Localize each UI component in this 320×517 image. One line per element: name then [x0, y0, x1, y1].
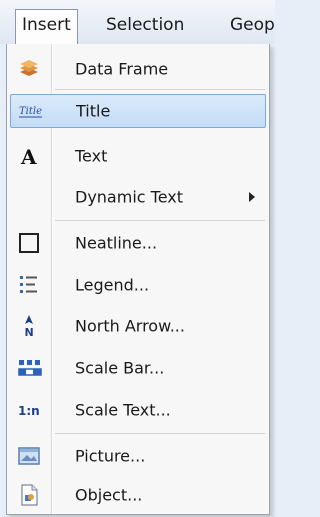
object-icon: [17, 483, 41, 507]
picture-icon: [17, 444, 41, 468]
menu-item-label: Scale Text...: [75, 400, 171, 420]
data-frame-icon: [17, 57, 41, 81]
menu-item-scale-text[interactable]: 1:n Scale Text...: [7, 391, 269, 429]
menu-geoprocessing[interactable]: Geop: [224, 10, 281, 40]
menu-item-label: Data Frame: [75, 59, 169, 79]
menu-item-dynamic-text[interactable]: Dynamic Text: [7, 178, 269, 216]
legend-icon: [17, 273, 41, 297]
menu-item-scale-bar[interactable]: Scale Bar...: [7, 349, 269, 387]
svg-text:1:n: 1:n: [18, 404, 40, 418]
text-icon: A: [17, 144, 41, 169]
neatline-icon: [17, 231, 41, 255]
scale-text-icon: 1:n: [17, 398, 41, 422]
menu-item-data-frame[interactable]: Data Frame: [7, 50, 269, 88]
menu-item-label: Text: [75, 146, 108, 166]
menu-item-label: Scale Bar...: [75, 358, 165, 378]
title-icon: Title: [18, 99, 42, 123]
menu-item-label: Neatline...: [75, 233, 158, 253]
menu-item-label: Legend...: [75, 275, 150, 295]
svg-text:A: A: [20, 145, 37, 168]
menu-bar: Insert Selection Geop: [0, 0, 275, 45]
menu-item-neatline[interactable]: Neatline...: [7, 224, 269, 262]
menu-item-label: Title: [76, 101, 111, 121]
menu-selection[interactable]: Selection: [100, 10, 190, 40]
menu-item-text[interactable]: A Text: [7, 137, 269, 175]
insert-menu-dropdown: Data Frame Title Title A Text Dynamic Te…: [6, 44, 270, 515]
submenu-arrow-icon: [249, 192, 255, 202]
menu-item-picture[interactable]: Picture...: [7, 437, 269, 475]
menu-item-title[interactable]: Title Title: [10, 94, 266, 128]
menu-separator: [55, 433, 265, 434]
scale-bar-icon: [17, 356, 42, 380]
menu-item-north-arrow[interactable]: N North Arrow...: [7, 307, 269, 345]
menu-insert[interactable]: Insert: [15, 9, 78, 45]
menu-item-label: North Arrow...: [75, 316, 185, 336]
menu-item-object[interactable]: Object...: [7, 476, 269, 514]
menu-item-legend[interactable]: Legend...: [7, 266, 269, 304]
menu-item-label: Object...: [75, 485, 143, 505]
menu-item-label: Picture...: [75, 446, 146, 466]
svg-text:Title: Title: [19, 106, 42, 117]
svg-text:N: N: [25, 326, 34, 338]
north-arrow-icon: N: [17, 314, 41, 339]
menu-separator: [55, 89, 265, 90]
menu-separator: [55, 220, 265, 221]
menu-item-label: Dynamic Text: [75, 187, 184, 207]
